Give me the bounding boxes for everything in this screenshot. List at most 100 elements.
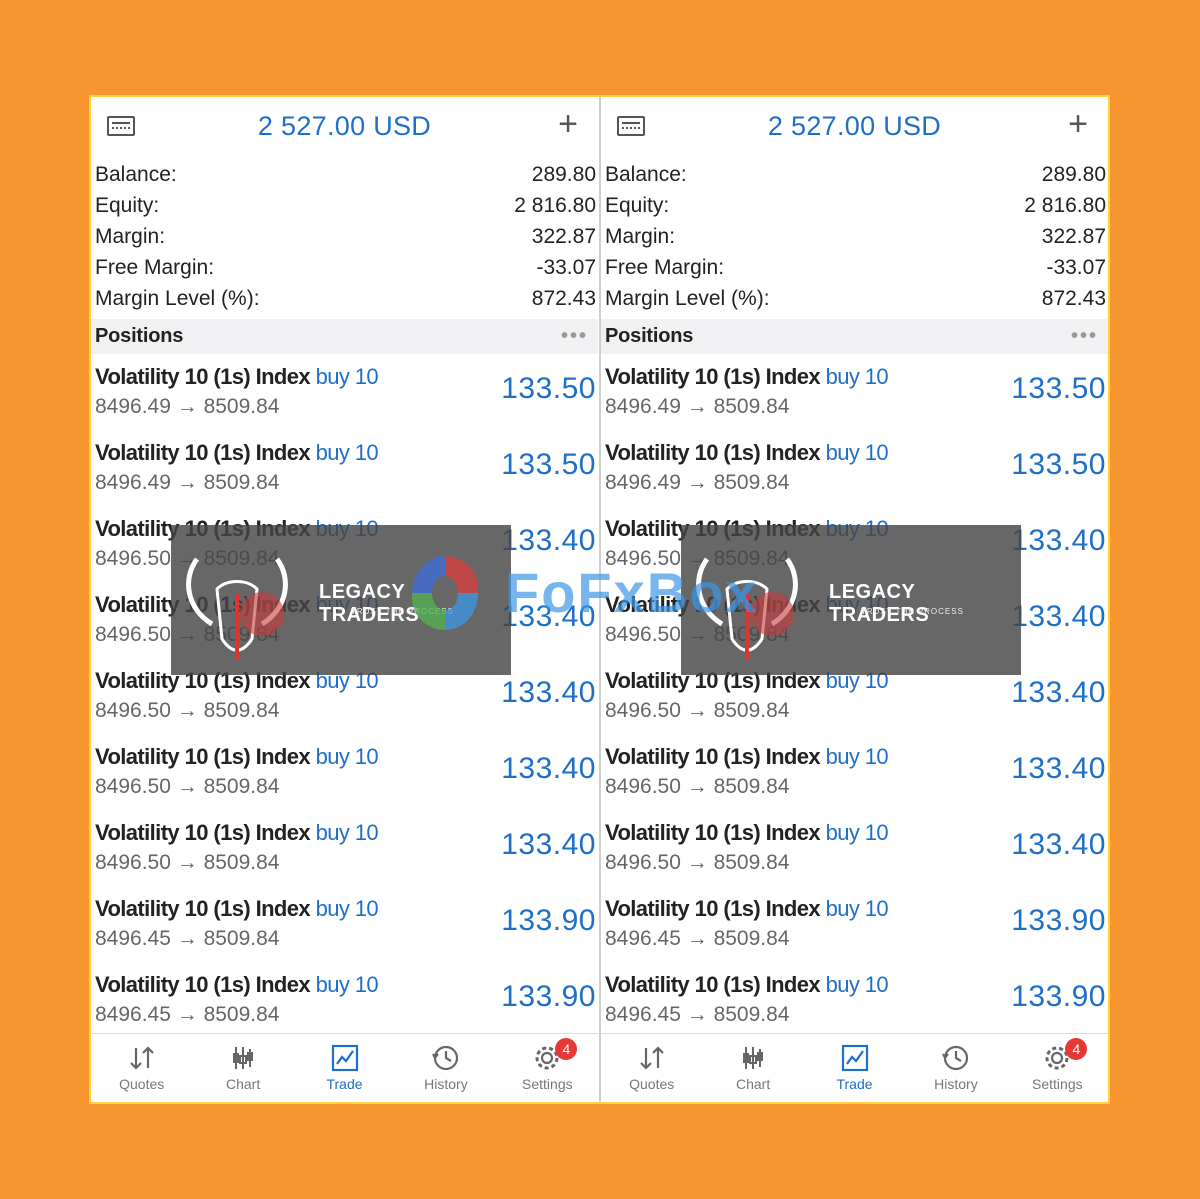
position-profit: 133.50: [1011, 372, 1106, 405]
plus-icon[interactable]: +: [1068, 107, 1088, 141]
account-total: 2 527.00 USD: [767, 111, 942, 141]
tab-quotes[interactable]: Quotes: [601, 1034, 702, 1102]
summary-label: Margin Level (%):: [605, 286, 770, 310]
summary-value: -33.07: [1046, 255, 1106, 279]
tab-label: Chart: [735, 1076, 771, 1092]
position-side: buy 10: [315, 896, 379, 921]
notification-badge: 4: [555, 1038, 578, 1060]
position-prices: 8496.45 → 8509.84: [605, 927, 790, 950]
position-prices: 8496.50 → 8509.84: [95, 851, 280, 874]
position-profit: 133.40: [1011, 828, 1106, 861]
summary-row: Free Margin: -33.07: [95, 252, 596, 283]
more-dots-icon[interactable]: •••: [561, 325, 588, 348]
position-title: Volatility 10 (1s) Index buy 10: [605, 668, 889, 694]
position-title: Volatility 10 (1s) Index buy 10: [95, 668, 379, 694]
position-side: buy 10: [315, 820, 379, 845]
position-side: buy 10: [825, 896, 889, 921]
account-summary: Balance: 289.80 Equity: 2 816.80 Margin: 322.…: [91, 155, 598, 314]
position-symbol: Volatility 10 (1s) Index: [605, 516, 821, 541]
position-prices: 8496.49 → 8509.84: [605, 395, 790, 418]
position-title: Volatility 10 (1s) Index buy 10: [95, 364, 379, 390]
position-side: buy 10: [825, 440, 889, 465]
position-symbol: Volatility 10 (1s) Index: [95, 668, 311, 693]
position-row[interactable]: Volatility 10 (1s) Index buy 10 8496.45 →…: [91, 962, 598, 1038]
tab-quotes[interactable]: Quotes: [91, 1034, 192, 1102]
summary-row: Balance: 289.80: [605, 159, 1106, 190]
position-title: Volatility 10 (1s) Index buy 10: [605, 516, 889, 542]
position-profit: 133.50: [1011, 448, 1106, 481]
position-row[interactable]: Volatility 10 (1s) Index buy 10 8496.50 →…: [91, 658, 598, 734]
tab-chart[interactable]: Chart: [192, 1034, 293, 1102]
tab-history[interactable]: History: [395, 1034, 496, 1102]
position-row[interactable]: Volatility 10 (1s) Index buy 10 8496.49 →…: [601, 430, 1108, 506]
position-title: Volatility 10 (1s) Index buy 10: [605, 972, 889, 998]
position-row[interactable]: Volatility 10 (1s) Index buy 10 8496.50 →…: [601, 810, 1108, 886]
position-symbol: Volatility 10 (1s) Index: [605, 364, 821, 389]
notification-badge: 4: [1065, 1038, 1088, 1060]
summary-row: Free Margin: -33.07: [605, 252, 1106, 283]
position-side: buy 10: [315, 972, 379, 997]
position-title: Volatility 10 (1s) Index buy 10: [605, 896, 889, 922]
position-row[interactable]: Volatility 10 (1s) Index buy 10 8496.50 →…: [91, 734, 598, 810]
position-row[interactable]: Volatility 10 (1s) Index buy 10 8496.45 →…: [601, 886, 1108, 962]
position-row[interactable]: Volatility 10 (1s) Index buy 10 8496.49 →…: [601, 354, 1108, 430]
tab-settings[interactable]: Settings 4: [1007, 1034, 1108, 1102]
tab-settings[interactable]: Settings 4: [497, 1034, 598, 1102]
tab-trade[interactable]: Trade: [294, 1034, 395, 1102]
summary-value: 322.87: [531, 224, 596, 248]
position-title: Volatility 10 (1s) Index buy 10: [605, 744, 889, 770]
position-title: Volatility 10 (1s) Index buy 10: [95, 972, 379, 998]
positions-header: Positions •••: [91, 319, 598, 354]
position-title: Volatility 10 (1s) Index buy 10: [605, 820, 889, 846]
position-symbol: Volatility 10 (1s) Index: [95, 440, 311, 465]
position-profit: 133.50: [501, 448, 596, 481]
more-dots-icon[interactable]: •••: [1071, 325, 1098, 348]
position-profit: 133.90: [501, 904, 596, 937]
plus-icon[interactable]: +: [558, 107, 578, 141]
summary-value: 2 816.80: [514, 193, 596, 217]
position-row[interactable]: Volatility 10 (1s) Index buy 10 8496.45 →…: [91, 886, 598, 962]
position-symbol: Volatility 10 (1s) Index: [605, 744, 821, 769]
position-side: buy 10: [315, 744, 379, 769]
position-prices: 8496.45 → 8509.84: [95, 1003, 280, 1026]
position-title: Volatility 10 (1s) Index buy 10: [95, 592, 379, 618]
position-profit: 133.40: [501, 676, 596, 709]
position-symbol: Volatility 10 (1s) Index: [605, 668, 821, 693]
position-row[interactable]: Volatility 10 (1s) Index buy 10 8496.49 →…: [91, 354, 598, 430]
position-title: Volatility 10 (1s) Index buy 10: [95, 440, 379, 466]
position-prices: 8496.50 → 8509.84: [95, 623, 280, 646]
position-symbol: Volatility 10 (1s) Index: [605, 440, 821, 465]
position-row[interactable]: Volatility 10 (1s) Index buy 10 8496.45 →…: [601, 962, 1108, 1038]
position-row[interactable]: Volatility 10 (1s) Index buy 10 8496.50 →…: [91, 810, 598, 886]
position-row[interactable]: Volatility 10 (1s) Index buy 10 8496.49 →…: [91, 430, 598, 506]
trade-icon: [841, 1044, 868, 1072]
position-side: buy 10: [315, 440, 379, 465]
position-side: buy 10: [315, 364, 379, 389]
position-symbol: Volatility 10 (1s) Index: [605, 820, 821, 845]
top-bar: 2 527.00 USD +: [91, 97, 598, 155]
position-title: Volatility 10 (1s) Index buy 10: [95, 896, 379, 922]
tab-history[interactable]: History: [905, 1034, 1006, 1102]
position-prices: 8496.50 → 8509.84: [605, 851, 790, 874]
position-symbol: Volatility 10 (1s) Index: [95, 516, 311, 541]
position-row[interactable]: Volatility 10 (1s) Index buy 10 8496.50 →…: [601, 734, 1108, 810]
position-prices: 8496.49 → 8509.84: [95, 471, 280, 494]
tab-label: Trade: [326, 1076, 363, 1092]
summary-label: Equity:: [95, 193, 160, 217]
position-side: buy 10: [825, 364, 889, 389]
position-profit: 133.40: [1011, 752, 1106, 785]
tab-label: Settings: [522, 1076, 573, 1092]
chart-icon: [233, 1047, 254, 1069]
tab-trade[interactable]: Trade: [804, 1034, 905, 1102]
position-title: Volatility 10 (1s) Index buy 10: [605, 364, 889, 390]
position-symbol: Volatility 10 (1s) Index: [95, 592, 311, 617]
position-prices: 8496.49 → 8509.84: [605, 471, 790, 494]
tab-label: Trade: [836, 1076, 873, 1092]
tab-label: Chart: [225, 1076, 261, 1092]
position-profit: 133.40: [501, 828, 596, 861]
summary-label: Margin Level (%):: [95, 286, 260, 310]
tab-chart[interactable]: Chart: [702, 1034, 803, 1102]
position-prices: 8496.49 → 8509.84: [95, 395, 280, 418]
position-prices: 8496.50 → 8509.84: [95, 547, 280, 570]
position-row[interactable]: Volatility 10 (1s) Index buy 10 8496.50 →…: [601, 658, 1108, 734]
